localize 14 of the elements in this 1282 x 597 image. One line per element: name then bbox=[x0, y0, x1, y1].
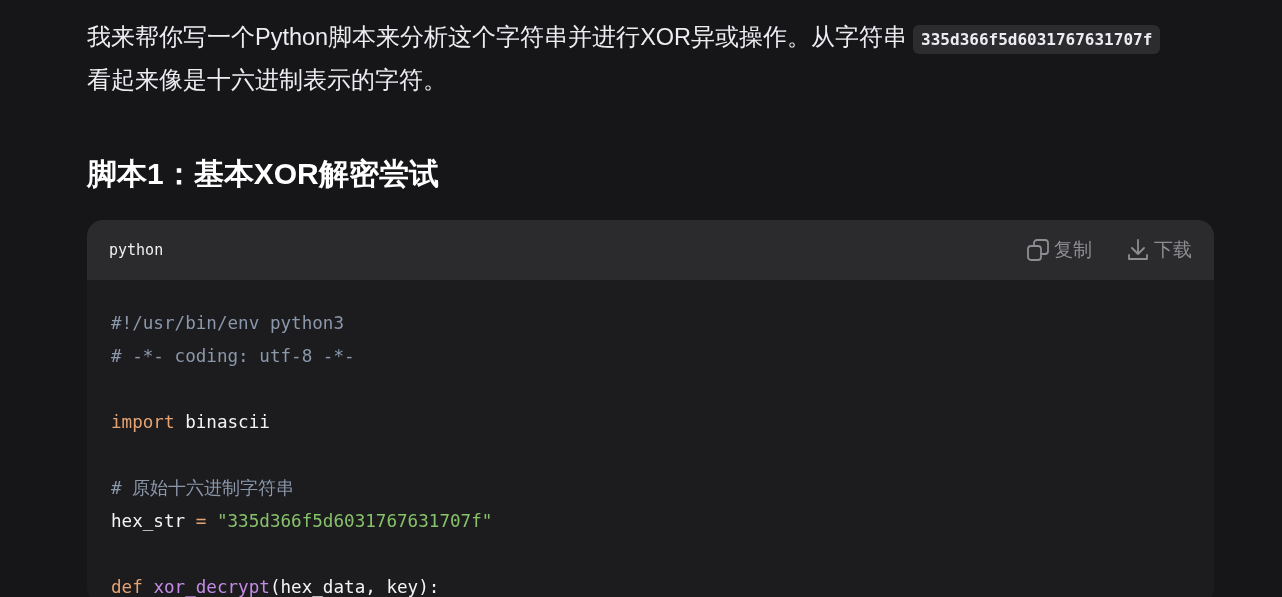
inline-code: 335d366f5d6031767631707f bbox=[913, 25, 1161, 54]
intro-paragraph: 我来帮你写一个Python脚本来分析这个字符串并进行XOR异或操作。从字符串 335d366f5d6031767631707f 看起来像是十六进制表示的字符。 bbox=[87, 17, 1214, 100]
code-line: hex_str = "335d366f5d6031767631707f" bbox=[111, 510, 494, 533]
download-icon bbox=[1126, 238, 1150, 262]
code-line: #!/usr/bin/env python3 bbox=[111, 312, 346, 335]
language-label: python bbox=[109, 241, 165, 259]
copy-button[interactable]: 复制 bbox=[1026, 237, 1092, 263]
code-line: import binascii bbox=[111, 411, 271, 434]
copy-icon bbox=[1026, 238, 1050, 262]
code-line: # 原始十六进制字符串 bbox=[111, 477, 296, 500]
code-line: # -*- coding: utf-8 -*- bbox=[111, 345, 356, 368]
section-heading: 脚本1：基本XOR解密尝试 bbox=[87, 156, 440, 192]
download-button[interactable]: 下载 bbox=[1126, 237, 1192, 263]
code-line: def xor_decrypt(hex_data, key): bbox=[111, 576, 441, 597]
